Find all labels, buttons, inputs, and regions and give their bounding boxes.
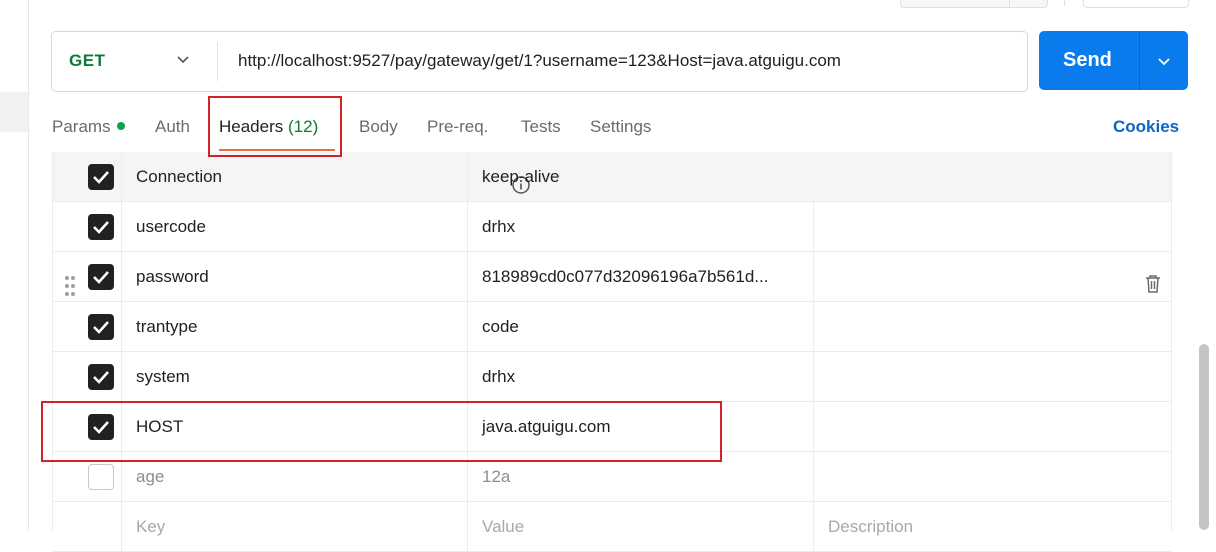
toolbar-divider [1064,0,1065,6]
tab-tests[interactable]: Tests [521,117,561,137]
header-key[interactable]: trantype [136,317,197,337]
row-checkbox[interactable] [88,164,114,190]
new-description-input[interactable]: Description [828,517,913,537]
toolbar-button[interactable] [1083,0,1189,8]
header-description[interactable] [813,302,1172,351]
header-description[interactable] [813,252,1172,301]
tab-body[interactable]: Body [359,117,398,137]
row-checkbox[interactable] [88,264,114,290]
tab-settings[interactable]: Settings [590,117,651,137]
tab-params[interactable]: Params [52,117,125,137]
table-row: usercode drhx [53,202,1171,252]
row-checkbox[interactable] [88,314,114,340]
chevron-down-icon [177,56,189,64]
annotation-box-host-row [41,401,722,462]
header-key[interactable]: age [136,467,164,487]
send-label: Send [1063,49,1112,71]
url-input[interactable]: http://localhost:9527/pay/gateway/get/1?… [238,51,841,71]
cookies-link[interactable]: Cookies [1113,117,1179,137]
row-checkbox[interactable] [88,214,114,240]
headers-table: Connection keep-alive usercode drhx pass… [52,152,1172,552]
header-description[interactable] [813,452,1172,501]
header-description[interactable] [813,402,1172,451]
header-value[interactable]: 12a [482,467,510,487]
table-row: trantype code [53,302,1171,352]
new-value-input[interactable]: Value [482,517,524,537]
method-label: GET [69,51,106,70]
table-row: system drhx [53,352,1171,402]
url-divider [217,42,218,81]
header-key[interactable]: system [136,367,190,387]
left-sidebar [0,0,29,530]
header-value[interactable]: drhx [482,367,515,387]
new-key-input[interactable]: Key [136,517,165,537]
header-description[interactable] [813,352,1172,401]
params-indicator-dot [116,121,125,130]
table-row-new: Key Value Description [53,502,1171,552]
header-key[interactable]: password [136,267,209,287]
sidebar-active-item[interactable] [0,92,28,132]
annotation-box-headers-tab [208,96,342,157]
header-description[interactable] [813,202,1172,251]
request-url-bar: GET http://localhost:9527/pay/gateway/ge… [51,31,1028,92]
header-value[interactable]: keep-alive [482,167,560,187]
trash-icon[interactable] [1144,274,1162,294]
scrollbar-thumb[interactable] [1199,344,1209,530]
header-value[interactable]: 818989cd0c077d32096196a7b561d... [482,267,768,287]
header-value[interactable]: code [482,317,519,337]
drag-handle-icon[interactable] [64,275,76,297]
table-row: password 818989cd0c077d32096196a7b561d..… [53,252,1171,302]
header-key[interactable]: usercode [136,217,206,237]
header-key[interactable]: Connection [136,167,222,187]
row-checkbox[interactable] [88,464,114,490]
method-select[interactable]: GET [52,32,217,91]
tab-auth[interactable]: Auth [155,117,190,137]
tab-pre-request[interactable]: Pre-req. [427,117,488,137]
header-value[interactable]: drhx [482,217,515,237]
toolbar-split-button[interactable] [900,0,1048,8]
send-options-chevron-icon[interactable] [1156,53,1172,69]
table-row: Connection keep-alive [53,152,1171,202]
row-checkbox[interactable] [88,364,114,390]
send-button[interactable]: Send [1039,31,1188,90]
header-description[interactable] [813,152,1171,201]
